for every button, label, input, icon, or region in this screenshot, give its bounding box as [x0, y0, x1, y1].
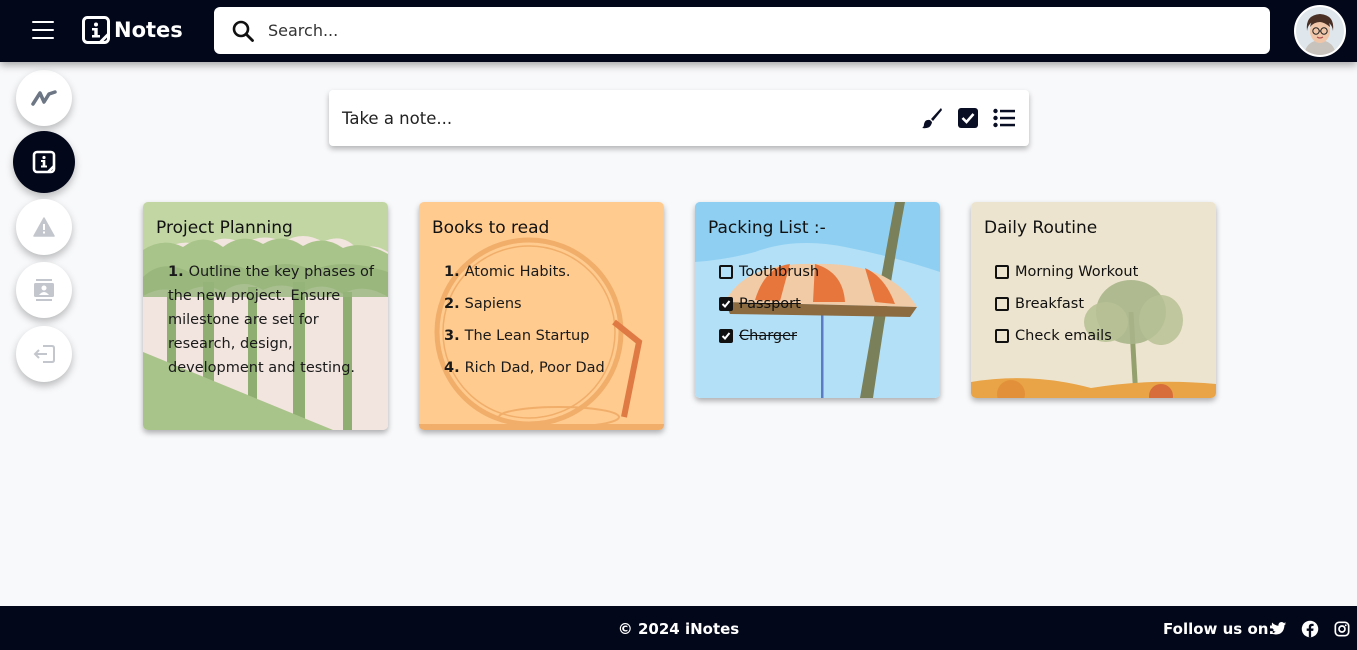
checklist-item[interactable]: Check emails: [995, 324, 1138, 348]
note-title: Books to read: [432, 218, 550, 238]
brand-logo[interactable]: Notes: [82, 14, 183, 46]
checkbox-unchecked[interactable]: [719, 265, 733, 279]
warning-icon: [33, 217, 55, 237]
app-title: Notes: [114, 18, 183, 42]
menu-icon[interactable]: [32, 21, 54, 39]
note-title: Daily Routine: [984, 218, 1098, 238]
note-card[interactable]: Packing List :- Toothbrush Passport Char…: [695, 202, 940, 398]
note-line: development and testing.: [168, 360, 356, 376]
list-item: 2. Sapiens: [444, 296, 522, 312]
list-icon[interactable]: [993, 107, 1015, 129]
sidebar-item-logout[interactable]: [16, 326, 72, 382]
checklist-item[interactable]: Morning Workout: [995, 260, 1138, 284]
checkbox-unchecked[interactable]: [995, 329, 1009, 343]
note-body: 1. Outline the key phases of the new proj…: [168, 260, 374, 380]
instagram-icon[interactable]: [1334, 621, 1350, 637]
sidebar-item-alerts[interactable]: [16, 199, 72, 255]
list-item: 3. The Lean Startup: [444, 328, 590, 344]
sidebar-item-active-notes[interactable]: [13, 131, 75, 193]
sidebar-item-archive[interactable]: [16, 262, 72, 318]
twitter-icon[interactable]: [1269, 620, 1287, 638]
note-line: research, design,: [168, 336, 293, 352]
checklist-item[interactable]: Charger: [719, 324, 819, 348]
notes-logo-icon: [82, 16, 110, 44]
checklist: Toothbrush Passport Charger: [719, 260, 819, 356]
note-card[interactable]: Daily Routine Morning Workout Breakfast …: [971, 202, 1216, 398]
footer: © 2024 iNotes Follow us on:: [0, 606, 1357, 650]
paint-brush-icon[interactable]: [921, 107, 943, 129]
list-number: 1.: [168, 264, 184, 280]
note-line: Outline the key phases of: [188, 264, 374, 280]
list-item: 1. Atomic Habits.: [444, 264, 571, 280]
take-note-placeholder[interactable]: Take a note...: [342, 109, 921, 128]
checklist: Morning Workout Breakfast Check emails: [995, 260, 1138, 356]
note-card[interactable]: Books to read 1. Atomic Habits. 2. Sapiens…: [419, 202, 664, 430]
note-card[interactable]: Project Planning 1. Outline the key phase…: [143, 202, 388, 430]
checkbox-unchecked[interactable]: [995, 265, 1009, 279]
follow-us-label: Follow us on:: [1163, 620, 1275, 638]
top-navbar: Notes: [0, 0, 1357, 62]
note-line: the new project. Ensure: [168, 288, 341, 304]
search-input[interactable]: [268, 21, 1228, 40]
copyright-text: © 2024 iNotes: [617, 620, 740, 638]
ordered-list: 1. Atomic Habits. 2. Sapiens 3. The Lean St…: [444, 260, 605, 388]
list-item: 4. Rich Dad, Poor Dad: [444, 360, 605, 376]
checkbox-checked[interactable]: [719, 329, 733, 343]
checklist-item[interactable]: Breakfast: [995, 292, 1138, 316]
checklist-item[interactable]: Toothbrush: [719, 260, 819, 284]
contact-card-icon: [34, 279, 54, 301]
search-bar[interactable]: [214, 7, 1270, 54]
checkbox-unchecked[interactable]: [995, 297, 1009, 311]
avatar[interactable]: [1294, 5, 1346, 57]
checkbox-checked[interactable]: [719, 297, 733, 311]
search-icon: [232, 20, 254, 42]
note-line: milestone are set for: [168, 312, 319, 328]
logout-icon: [33, 345, 55, 363]
note-title: Project Planning: [156, 218, 293, 238]
wave-icon: [31, 90, 57, 106]
facebook-icon[interactable]: [1301, 620, 1319, 638]
take-note-bar[interactable]: Take a note...: [329, 90, 1029, 146]
checkbox-icon[interactable]: [957, 107, 979, 129]
checklist-item[interactable]: Passport: [719, 292, 819, 316]
sidebar-item-notes[interactable]: [16, 70, 72, 126]
note-info-icon: [32, 150, 56, 174]
note-title: Packing List :-: [708, 218, 826, 238]
